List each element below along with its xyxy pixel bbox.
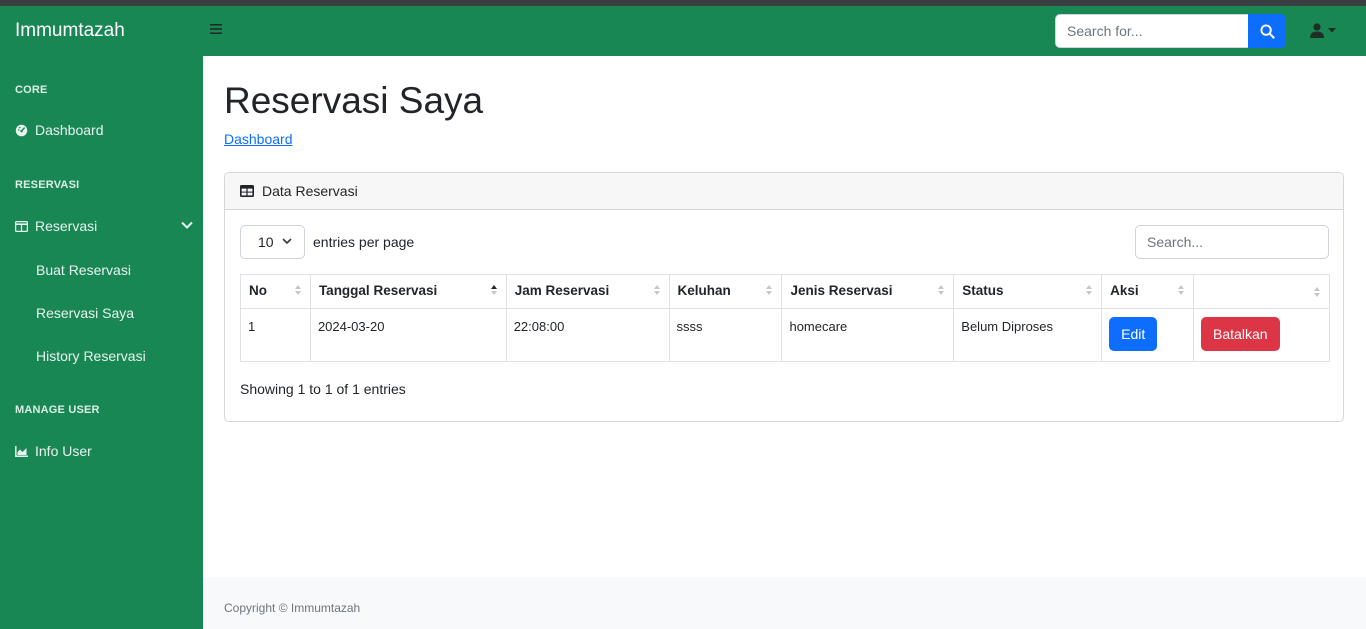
cell-jenis: homecare xyxy=(781,308,955,362)
tachometer-icon xyxy=(15,124,28,136)
sidebar: CORE Dashboard RESERVASI Reservasi Buat … xyxy=(0,56,203,629)
table-icon xyxy=(240,185,254,197)
page-title: Reservasi Saya xyxy=(224,80,484,121)
sort-ascending-icon xyxy=(490,285,497,295)
reservation-card: Data Reservasi 10 entries per page No Ta… xyxy=(224,172,1344,422)
sidebar-toggle-button[interactable] xyxy=(210,23,222,39)
reservation-table: No Tanggal Reservasi Jam Reservasi Keluh… xyxy=(240,274,1330,362)
chevron-down-icon xyxy=(282,238,292,245)
cell-jam: 22:08:00 xyxy=(505,308,670,362)
sort-icon xyxy=(1314,287,1320,297)
chevron-down-icon xyxy=(181,221,193,229)
column-header-tanggal[interactable]: Tanggal Reservasi xyxy=(309,274,507,309)
cell-status: Belum Diproses xyxy=(953,308,1103,362)
entries-value: 10 xyxy=(258,234,274,250)
sidebar-heading-core: CORE xyxy=(15,84,48,96)
cell-keluhan: ssss xyxy=(668,308,783,362)
cell-no: 1 xyxy=(240,308,311,362)
column-header-jam[interactable]: Jam Reservasi xyxy=(505,274,670,309)
caret-down-icon xyxy=(1328,28,1336,33)
copyright-text: Copyright © Immumtazah xyxy=(224,601,361,615)
table-search-input[interactable] xyxy=(1135,225,1329,259)
sidebar-heading-manage-user: MANAGE USER xyxy=(15,404,100,416)
menu-icon xyxy=(210,24,222,34)
column-header-status[interactable]: Status xyxy=(953,274,1103,309)
table-header-row: No Tanggal Reservasi Jam Reservasi Keluh… xyxy=(240,274,1330,309)
top-navbar: Immumtazah xyxy=(0,6,1366,56)
sort-icon xyxy=(938,285,945,295)
column-header-aksi[interactable]: Aksi xyxy=(1101,274,1195,309)
user-dropdown[interactable] xyxy=(1310,23,1336,38)
breadcrumb-dashboard-link[interactable]: Dashboard xyxy=(224,131,293,147)
cancel-reservation-button[interactable]: Batalkan xyxy=(1201,317,1280,351)
sidebar-item-info-user[interactable]: Info User xyxy=(15,443,193,459)
navbar-search xyxy=(1055,14,1286,48)
sort-icon xyxy=(1086,285,1093,295)
sidebar-item-history-reservasi[interactable]: History Reservasi xyxy=(36,348,146,364)
column-header-keluhan[interactable]: Keluhan xyxy=(668,274,783,309)
sidebar-heading-reservasi: RESERVASI xyxy=(15,179,80,191)
chart-area-icon xyxy=(15,445,28,457)
sidebar-item-label: Dashboard xyxy=(35,122,104,138)
search-icon xyxy=(1259,23,1275,39)
sidebar-item-buat-reservasi[interactable]: Buat Reservasi xyxy=(36,262,131,278)
column-header-no[interactable]: No xyxy=(240,274,311,309)
column-header-jenis[interactable]: Jenis Reservasi xyxy=(781,274,955,309)
table-info: Showing 1 to 1 of 1 entries xyxy=(240,381,406,397)
card-header: Data Reservasi xyxy=(225,173,1343,210)
sidebar-item-reservasi[interactable]: Reservasi xyxy=(15,218,193,234)
entries-per-page-label: entries per page xyxy=(313,234,415,250)
cell-tanggal: 2024-03-20 xyxy=(309,308,507,362)
card-title: Data Reservasi xyxy=(262,183,358,199)
navbar-search-button[interactable] xyxy=(1248,14,1286,48)
brand-name[interactable]: Immumtazah xyxy=(15,20,125,42)
edit-button[interactable]: Edit xyxy=(1109,317,1158,351)
sidebar-item-label: Info User xyxy=(35,443,92,459)
sidebar-item-reservasi-saya[interactable]: Reservasi Saya xyxy=(36,305,134,321)
column-header-extra[interactable] xyxy=(1193,274,1330,309)
columns-icon xyxy=(15,220,28,232)
sort-icon xyxy=(653,285,660,295)
user-icon xyxy=(1310,23,1324,38)
sort-icon xyxy=(766,285,773,295)
sort-icon xyxy=(1178,285,1185,295)
sidebar-item-label: Reservasi xyxy=(35,218,98,234)
cell-aksi-cancel: Batalkan xyxy=(1193,308,1330,362)
cell-aksi-edit: Edit xyxy=(1101,308,1195,362)
table-row: 1 2024-03-20 22:08:00 ssss homecare Belu… xyxy=(240,308,1330,362)
sort-icon xyxy=(294,285,301,295)
entries-per-page-select[interactable]: 10 xyxy=(240,225,305,259)
footer: Copyright © Immumtazah xyxy=(203,577,1366,629)
navbar-search-input[interactable] xyxy=(1055,14,1248,48)
sidebar-item-dashboard[interactable]: Dashboard xyxy=(15,122,193,138)
